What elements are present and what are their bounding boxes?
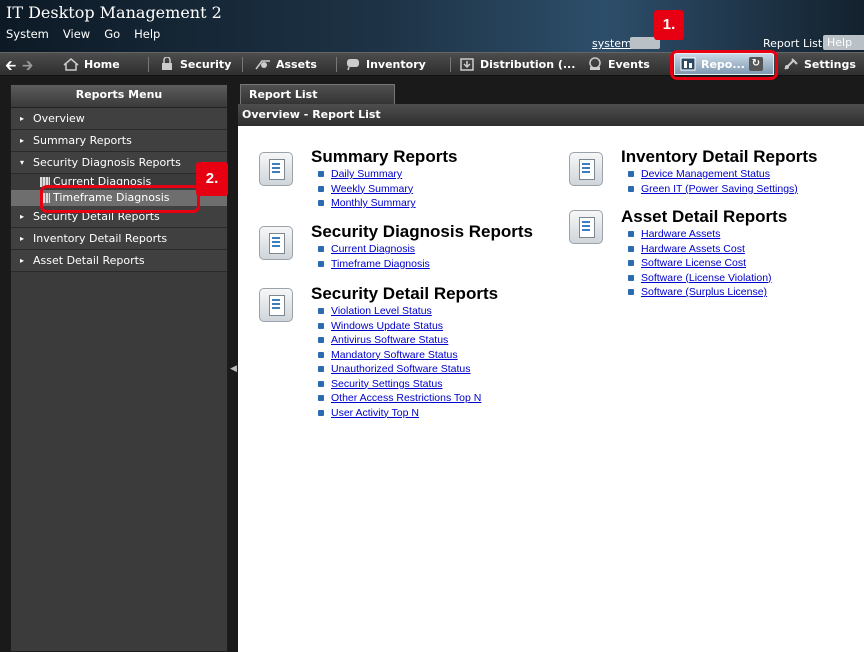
distribution-icon (460, 58, 474, 71)
link-software-surplus-license[interactable]: Software (Surplus License) (626, 285, 772, 300)
tab-distribution[interactable]: Distribution (... (458, 53, 575, 75)
menu-help[interactable]: Help (134, 27, 160, 41)
expand-triangle-icon: ▸ (20, 114, 25, 123)
tab-assets[interactable]: Assets (254, 53, 317, 75)
sidebar-item-summary-reports[interactable]: ▸ Summary Reports (11, 130, 227, 152)
security-detail-links: Violation Level Status Windows Update St… (316, 304, 481, 420)
link-violation-level-status[interactable]: Violation Level Status (316, 304, 481, 319)
expand-triangle-icon: ▸ (20, 234, 25, 243)
section-title-inventory-detail-reports: Inventory Detail Reports (621, 147, 818, 166)
callout-number-1: 1. (654, 10, 684, 40)
report-list-link[interactable]: Report List (763, 37, 822, 50)
sidebar-item-label: Overview (33, 112, 85, 125)
collapse-panel-icon[interactable]: ◀ (230, 364, 237, 374)
sidebar-item-overview[interactable]: ▸ Overview (11, 108, 227, 130)
assets-icon (255, 60, 270, 70)
sidebar-item-label: Summary Reports (33, 134, 132, 147)
app-title: IT Desktop Management 2 (6, 3, 222, 22)
asset-detail-links: Hardware Assets Hardware Assets Cost Sof… (626, 227, 772, 300)
sidebar-item-inventory-detail-reports[interactable]: ▸ Inventory Detail Reports (11, 228, 227, 250)
title-bar: IT Desktop Management 2 System View Go H… (0, 0, 864, 52)
link-green-it[interactable]: Green IT (Power Saving Settings) (626, 182, 798, 197)
callout-box-1 (670, 50, 778, 80)
section-title-summary-reports: Summary Reports (311, 147, 458, 166)
tab-distribution-label: Distribution (... (480, 57, 576, 71)
link-unauthorized-software-status[interactable]: Unauthorized Software Status (316, 362, 481, 377)
link-monthly-summary[interactable]: Monthly Summary (316, 196, 416, 211)
link-current-diagnosis[interactable]: Current Diagnosis (316, 242, 430, 257)
link-user-activity-top-n[interactable]: User Activity Top N (316, 406, 481, 421)
forward-arrow-icon[interactable]: 🡲 (22, 55, 33, 79)
security-detail-report-icon (259, 288, 293, 322)
link-weekly-summary[interactable]: Weekly Summary (316, 182, 416, 197)
link-software-license-cost[interactable]: Software License Cost (626, 256, 772, 271)
settings-icon (784, 58, 798, 70)
tab-security[interactable]: Security (158, 53, 231, 75)
link-hardware-assets[interactable]: Hardware Assets (626, 227, 772, 242)
security-diagnosis-report-icon (259, 226, 293, 260)
summary-report-icon (259, 152, 293, 186)
menu-bar: System View Go Help (6, 27, 160, 41)
tab-home[interactable]: Home (62, 53, 120, 75)
callout-number-2: 2. (196, 162, 228, 196)
menu-system[interactable]: System (6, 27, 49, 41)
inventory-icon (347, 59, 359, 71)
back-arrow-icon[interactable]: 🡰 (5, 55, 16, 79)
sidebar-item-label: Inventory Detail Reports (33, 232, 168, 245)
tab-settings-label: Settings (804, 57, 856, 71)
collapse-triangle-icon: ▾ (20, 158, 25, 167)
section-title-security-detail-reports: Security Detail Reports (311, 284, 499, 303)
tab-assets-label: Assets (276, 57, 317, 71)
menu-view[interactable]: View (63, 27, 90, 41)
link-daily-summary[interactable]: Daily Summary (316, 167, 416, 182)
expand-triangle-icon: ▸ (20, 256, 25, 265)
expand-triangle-icon: ▸ (20, 212, 25, 221)
lock-icon (162, 57, 172, 70)
tab-events[interactable]: Events (586, 53, 650, 75)
inventory-detail-report-icon (569, 152, 603, 186)
security-diagnosis-links: Current Diagnosis Timeframe Diagnosis (316, 242, 430, 271)
tab-events-label: Events (608, 57, 650, 71)
tab-report-list[interactable]: Report List (240, 84, 395, 104)
events-icon (589, 57, 601, 70)
summary-reports-links: Daily Summary Weekly Summary Monthly Sum… (316, 167, 416, 211)
expand-triangle-icon: ▸ (20, 136, 25, 145)
link-mandatory-software-status[interactable]: Mandatory Software Status (316, 348, 481, 363)
tab-inventory[interactable]: Inventory (344, 53, 426, 75)
section-title-asset-detail-reports: Asset Detail Reports (621, 207, 788, 226)
sidebar-item-asset-detail-reports[interactable]: ▸ Asset Detail Reports (11, 250, 227, 272)
sidebar-item-label: Asset Detail Reports (33, 254, 145, 267)
link-hardware-assets-cost[interactable]: Hardware Assets Cost (626, 242, 772, 257)
link-windows-update-status[interactable]: Windows Update Status (316, 319, 481, 334)
link-timeframe-diagnosis[interactable]: Timeframe Diagnosis (316, 257, 430, 272)
inventory-detail-links: Device Management Status Green IT (Power… (626, 167, 798, 196)
tab-settings[interactable]: Settings (782, 53, 856, 75)
link-device-management-status[interactable]: Device Management Status (626, 167, 798, 182)
link-other-access-restrictions[interactable]: Other Access Restrictions Top N (316, 391, 481, 406)
menu-go[interactable]: Go (104, 27, 120, 41)
tab-security-label: Security (180, 57, 232, 71)
sidebar-item-security-diagnosis-reports[interactable]: ▾ Security Diagnosis Reports (11, 152, 227, 174)
link-antivirus-software-status[interactable]: Antivirus Software Status (316, 333, 481, 348)
tab-inventory-label: Inventory (366, 57, 426, 71)
asset-detail-report-icon (569, 210, 603, 244)
breadcrumb: Overview - Report List (238, 104, 864, 126)
callout-box-2 (40, 185, 200, 213)
tab-home-label: Home (84, 57, 120, 71)
help-button[interactable]: Help (823, 35, 864, 50)
sidebar-item-label: Security Diagnosis Reports (33, 156, 181, 169)
link-software-license-violation[interactable]: Software (License Violation) (626, 271, 772, 286)
report-list-content: Summary Reports Daily Summary Weekly Sum… (238, 126, 864, 652)
section-title-security-diagnosis-reports: Security Diagnosis Reports (311, 222, 534, 241)
link-security-settings-status[interactable]: Security Settings Status (316, 377, 481, 392)
user-link[interactable]: system (592, 37, 632, 50)
reports-menu-title: Reports Menu (11, 85, 227, 108)
home-icon (63, 58, 79, 71)
